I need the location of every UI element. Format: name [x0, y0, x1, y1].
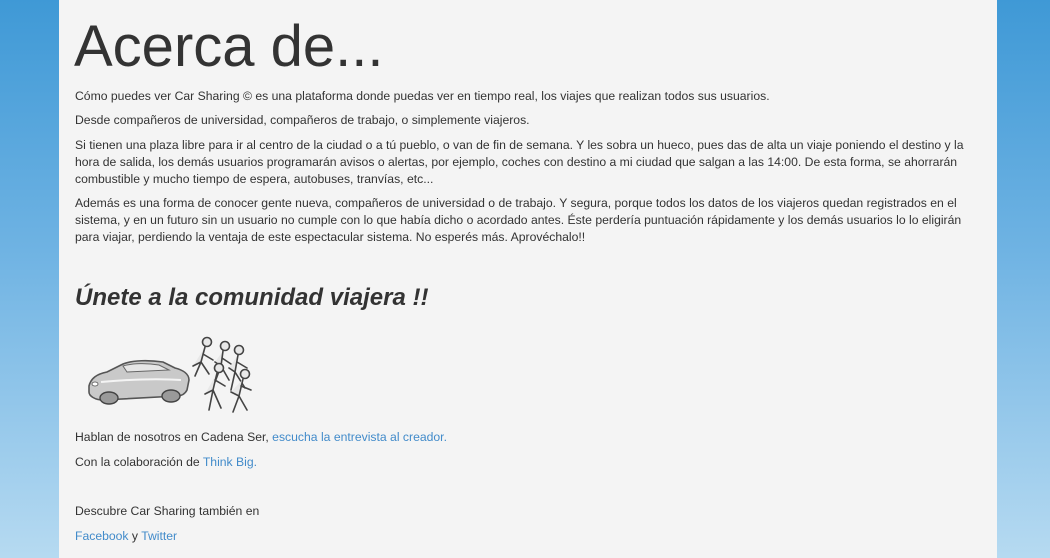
radio-mention: Hablan de nosotros en Cadena Ser, escuch… [75, 429, 983, 446]
collaboration-line: Con la colaboración de Think Big. [75, 454, 983, 471]
community-heading: Únete a la comunidad viajera !! [75, 284, 429, 311]
page-title: Acerca de... [74, 14, 384, 79]
content-panel: Acerca de... Cómo puedes ver Car Sharing… [59, 0, 997, 558]
interview-link[interactable]: escucha la entrevista al creador. [272, 430, 447, 444]
car-sharing-illustration [88, 336, 252, 413]
social-separator: y [128, 529, 142, 543]
how-it-works-paragraph: Si tienen una plaza libre para ir al cen… [75, 138, 964, 186]
collaboration-text: Con la colaboración de [75, 455, 203, 469]
twitter-link[interactable]: Twitter [141, 529, 177, 543]
think-big-link[interactable]: Think Big. [203, 455, 257, 469]
intro-paragraph: Cómo puedes ver Car Sharing © es una pla… [75, 89, 770, 103]
car-icon [88, 359, 190, 405]
social-links: Facebook y Twitter [75, 528, 983, 545]
benefits-paragraph: Además es una forma de conocer gente nue… [75, 196, 962, 244]
people-walking-icon [192, 336, 252, 413]
radio-mention-text: Hablan de nosotros en Cadena Ser, [75, 430, 273, 444]
audience-paragraph: Desde compañeros de universidad, compañe… [75, 113, 530, 127]
facebook-link[interactable]: Facebook [75, 529, 129, 543]
discover-text: Descubre Car Sharing también en [75, 504, 260, 518]
